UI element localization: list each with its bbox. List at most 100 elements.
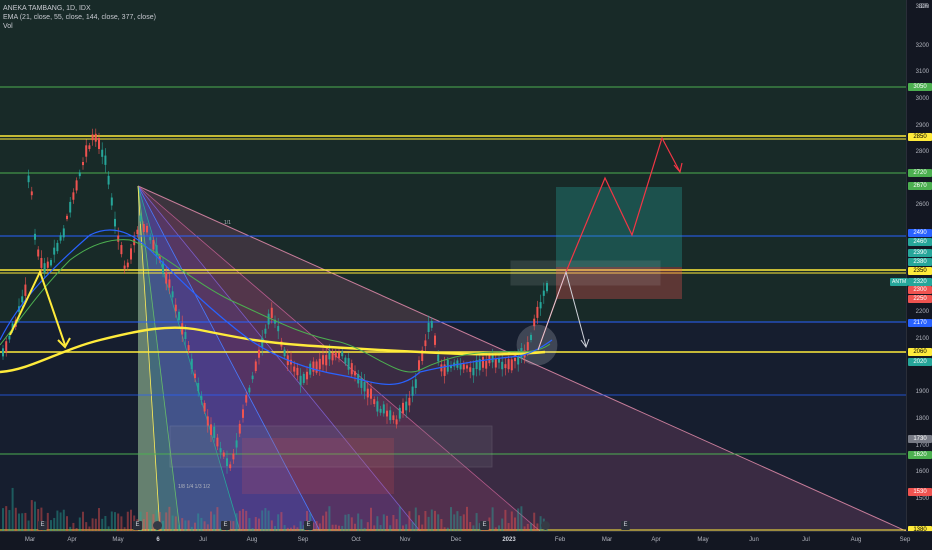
- candle-body: [117, 235, 120, 242]
- volume-bar: [510, 511, 513, 531]
- candle-body: [5, 341, 8, 353]
- volume-bar: [322, 515, 324, 531]
- breakout-box[interactable]: [510, 260, 661, 286]
- earnings-icon[interactable]: E: [133, 521, 142, 530]
- price-level-tag[interactable]: 2250: [908, 295, 932, 303]
- candle-body: [229, 464, 232, 469]
- earnings-icon[interactable]: E: [304, 521, 313, 530]
- candle-body: [251, 375, 254, 380]
- volume-bar: [30, 500, 33, 531]
- volume-bar: [59, 512, 62, 531]
- volume-bar: [462, 514, 465, 531]
- earnings-icon[interactable]: E: [38, 521, 47, 530]
- fan-label-bottom: 1/8 1/4 1/3 1/2: [178, 484, 210, 490]
- long-position-target[interactable]: [556, 187, 682, 267]
- candle-body: [427, 322, 430, 333]
- time-tick-label: Aug: [850, 537, 862, 543]
- price-tick-label: 3200: [915, 43, 929, 49]
- candle-body: [296, 367, 299, 376]
- volume-bar: [120, 516, 123, 531]
- ema-indicator-label[interactable]: EMA (21, close, 55, close, 144, close, 3…: [3, 13, 156, 22]
- candle-body: [299, 375, 302, 386]
- candle-body: [120, 245, 123, 255]
- volume-bar: [456, 511, 459, 531]
- volume-bar: [149, 520, 152, 531]
- candle-body: [85, 145, 88, 157]
- bullish-zone: [0, 0, 906, 322]
- price-level-tag[interactable]: 2390: [908, 249, 932, 257]
- earnings-icon[interactable]: E: [480, 521, 489, 530]
- price-level-tag[interactable]: 1530: [908, 488, 932, 496]
- price-level-tag[interactable]: 2170: [908, 319, 932, 327]
- candle-body: [370, 388, 372, 399]
- candle-body: [386, 410, 388, 417]
- volume-bar: [530, 523, 532, 531]
- candle-body: [34, 233, 36, 240]
- price-level-tag[interactable]: 2720: [908, 169, 932, 177]
- chart-plot-area[interactable]: [0, 0, 906, 531]
- volume-bar: [213, 514, 216, 531]
- dividend-icon[interactable]: [153, 521, 162, 530]
- price-tick-label: 1600: [915, 469, 929, 475]
- candle-body: [485, 361, 488, 369]
- price-scale[interactable]: IDR 3300 3200 3100 3000 2900 2800 2600 2200 2100…: [906, 0, 932, 534]
- candle-body: [222, 452, 225, 457]
- volume-bar: [11, 487, 14, 531]
- candle-body: [232, 453, 235, 460]
- candle-body: [405, 401, 408, 411]
- candle-body: [69, 201, 72, 213]
- price-level-tag[interactable]: 1620: [908, 451, 932, 459]
- volume-bar: [162, 520, 164, 531]
- chart-window[interactable]: ANEKA TAMBANG, 1D, IDX EMA (21, close, 5…: [0, 0, 932, 550]
- earnings-icon[interactable]: E: [621, 521, 630, 530]
- candle-body: [46, 261, 49, 268]
- time-tick-label: Dec: [450, 537, 462, 543]
- volume-bar: [277, 514, 280, 531]
- volume-indicator-label[interactable]: Vol: [3, 22, 156, 31]
- price-level-tag[interactable]: 2490: [908, 229, 932, 237]
- price-level-tag[interactable]: 2850: [908, 133, 932, 141]
- price-level-tag[interactable]: 2060: [908, 348, 932, 356]
- volume-bar: [184, 520, 187, 531]
- candle-body: [526, 342, 529, 351]
- volume-bar: [200, 517, 203, 531]
- volume-bar: [280, 512, 283, 531]
- candle-body: [507, 359, 510, 370]
- volume-bar: [258, 518, 260, 531]
- chart-legend[interactable]: ANEKA TAMBANG, 1D, IDX EMA (21, close, 5…: [3, 4, 156, 31]
- split-icon[interactable]: [541, 521, 550, 530]
- earnings-icon[interactable]: E: [221, 521, 230, 530]
- candle-body: [98, 137, 100, 150]
- volume-bar: [434, 510, 436, 531]
- price-level-tag[interactable]: 2380: [908, 258, 932, 266]
- volume-bar: [520, 506, 523, 531]
- volume-bar: [27, 520, 30, 531]
- symbol-title[interactable]: ANEKA TAMBANG, 1D, IDX: [3, 4, 156, 13]
- demand-box[interactable]: [242, 438, 394, 494]
- price-level-tag[interactable]: 2670: [908, 182, 932, 190]
- time-scale[interactable]: Mar Apr May 6 Jul Aug Sep Oct Nov Dec 2023 Feb Mar Ap…: [0, 531, 932, 550]
- price-level-tag[interactable]: 2300: [908, 286, 932, 294]
- volume-bar: [366, 522, 369, 531]
- price-level-tag[interactable]: 2320: [908, 278, 932, 286]
- volume-bar: [354, 523, 356, 531]
- candle-body: [542, 290, 545, 296]
- highlight-circle[interactable]: [516, 324, 558, 366]
- candle-body: [184, 332, 187, 340]
- price-level-tag[interactable]: 3050: [908, 83, 932, 91]
- volume-bar: [459, 516, 462, 531]
- price-level-tag[interactable]: 2020: [908, 358, 932, 366]
- price-level-tag[interactable]: 2350: [908, 267, 932, 275]
- candle-body: [40, 258, 43, 268]
- volume-bar: [427, 516, 430, 531]
- candle-body: [472, 368, 475, 376]
- candle-body: [53, 247, 56, 255]
- candle-body: [174, 304, 177, 312]
- candle-body: [66, 215, 68, 220]
- candle-body: [37, 249, 40, 257]
- volume-bar: [34, 501, 36, 531]
- price-level-tag[interactable]: 1730: [908, 435, 932, 443]
- price-level-tag[interactable]: 2460: [908, 238, 932, 246]
- time-tick-label: 2023: [502, 537, 516, 543]
- volume-bar: [466, 506, 468, 531]
